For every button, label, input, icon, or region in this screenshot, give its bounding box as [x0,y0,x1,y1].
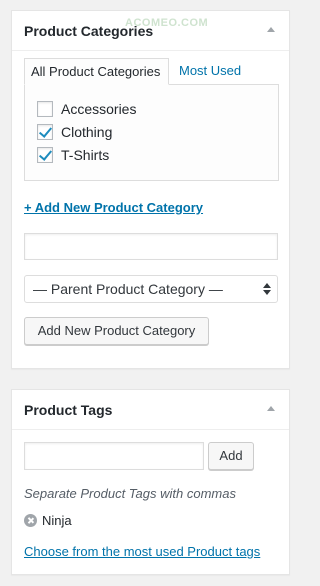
categories-header: Product Categories ACOMEO.COM [12,11,289,51]
add-tag-button[interactable]: Add [208,442,254,470]
parent-category-select[interactable]: — Parent Product Category — [24,275,278,303]
add-new-category-button[interactable]: Add New Product Category [24,317,209,345]
category-label: T-Shirts [61,147,110,163]
parent-category-selected: — Parent Product Category — [33,281,223,297]
collapse-arrow-icon[interactable] [267,27,275,32]
product-categories-box: Product Categories ACOMEO.COM All Produc… [11,10,290,369]
category-label: Accessories [61,101,137,117]
tshirts-checkbox[interactable] [37,147,53,163]
add-new-category-link[interactable]: + Add New Product Category [24,200,203,215]
category-item-tshirts[interactable]: T-Shirts [37,146,109,164]
clothing-checkbox[interactable] [37,124,53,140]
tags-title: Product Tags [24,402,113,418]
watermark: ACOMEO.COM [125,17,209,29]
tag-label: Ninja [42,512,72,528]
category-checklist: Accessories Clothing T-Shirts [24,84,279,181]
product-tags-box: Product Tags Add Separate Product Tags w… [11,389,290,575]
category-label: Clothing [61,124,113,140]
new-tag-input[interactable] [24,442,204,470]
new-category-input[interactable] [24,233,278,260]
tab-all-categories[interactable]: All Product Categories [24,58,169,85]
accessories-checkbox[interactable] [37,101,53,117]
category-item-clothing[interactable]: Clothing [37,123,112,141]
tags-header: Product Tags [12,390,289,430]
select-arrows-icon [263,283,271,295]
tags-hint: Separate Product Tags with commas [24,486,236,501]
collapse-arrow-icon[interactable] [267,406,275,411]
category-item-accessories[interactable]: Accessories [37,100,136,118]
tag-item: Ninja [24,511,72,529]
remove-tag-icon[interactable] [24,513,37,527]
choose-most-used-tags-link[interactable]: Choose from the most used Product tags [24,544,260,559]
tab-most-used[interactable]: Most Used [179,58,241,85]
